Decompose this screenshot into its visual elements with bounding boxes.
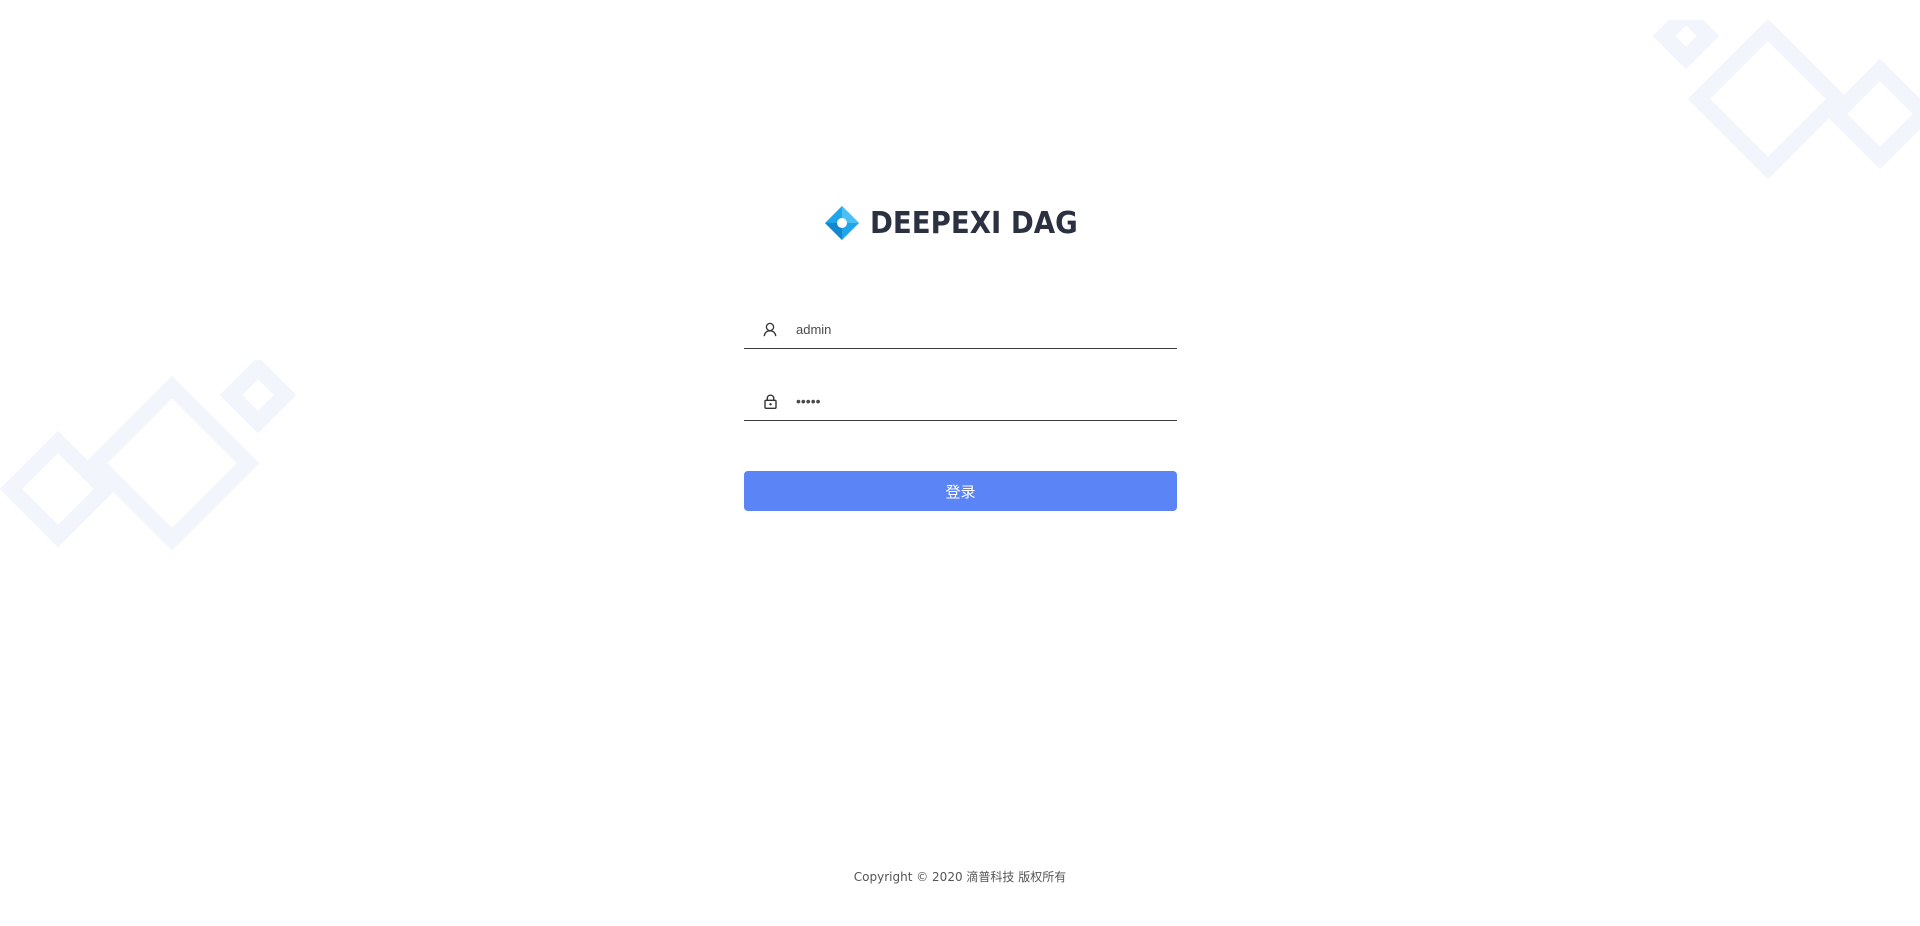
password-field <box>744 382 1177 421</box>
diamond-logo-icon <box>825 206 860 240</box>
brand-name: DEEPEXI DAG <box>870 205 1078 241</box>
user-icon <box>744 310 796 348</box>
brand-logo: DEEPEXI DAG <box>0 205 1920 241</box>
decorative-diamonds-left <box>0 360 297 551</box>
decorative-diamonds-right <box>1652 20 1920 180</box>
login-form: 登录 <box>744 310 1177 511</box>
copyright-footer: Copyright © 2020 滴普科技 版权所有 <box>853 870 1067 884</box>
username-field <box>744 310 1177 349</box>
password-input[interactable] <box>796 383 1177 419</box>
login-page: DEEPEXI DAG 登录 Copyright <box>0 0 1920 926</box>
login-button[interactable]: 登录 <box>744 471 1177 511</box>
lock-icon <box>744 382 796 420</box>
username-input[interactable] <box>796 311 1177 347</box>
